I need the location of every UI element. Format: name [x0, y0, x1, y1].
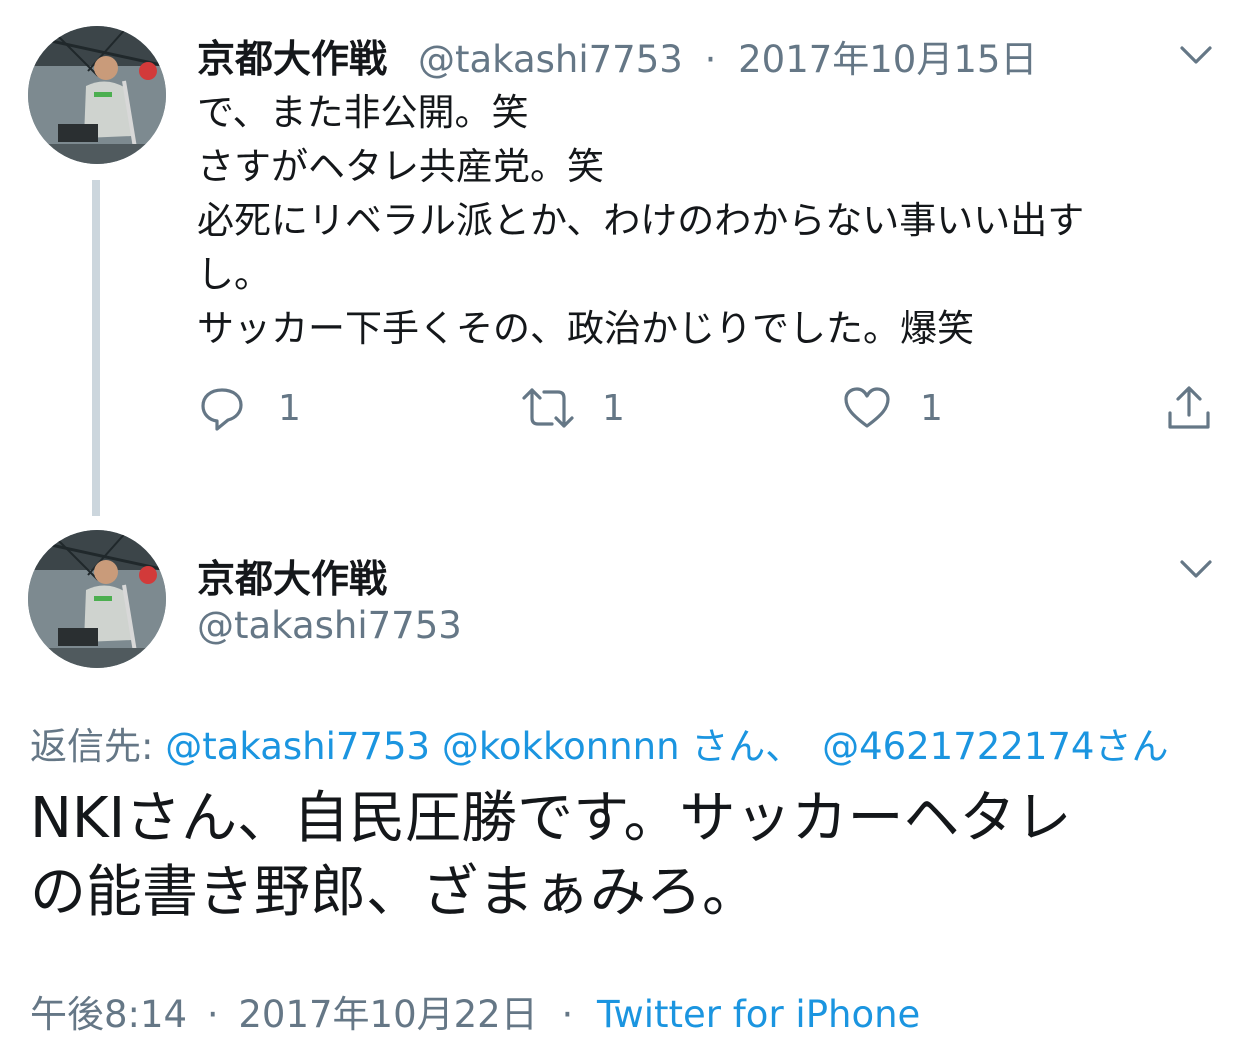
- tweet-meta: 午後8:14 · 2017年10月22日 · Twitter for iPhon…: [30, 984, 920, 1038]
- avatar[interactable]: [28, 26, 166, 164]
- reply-to-label: 返信先:: [30, 725, 166, 768]
- thread-line: [92, 180, 100, 516]
- tweet-text-line: し。: [197, 253, 271, 296]
- mention-link[interactable]: @kokkonnnn: [442, 725, 680, 768]
- tweet-text-line: の能書き野郎、ざまぁみろ。: [30, 860, 758, 925]
- tweet-text-line: NKIさん、自民圧勝です。サッカーヘタレ: [30, 786, 1072, 851]
- tweet-text-line: 必死にリベラル派とか、わけのわからない事いい出す: [197, 199, 1085, 242]
- like-button[interactable]: 1: [842, 382, 943, 434]
- reply-count: 1: [278, 387, 301, 429]
- mention-suffix: さん、: [679, 725, 803, 768]
- chevron-down-icon[interactable]: [1176, 554, 1216, 584]
- username[interactable]: @takashi7753: [197, 604, 462, 647]
- display-name[interactable]: 京都大作戦: [197, 548, 387, 603]
- chevron-down-icon[interactable]: [1176, 40, 1216, 70]
- tweet-text: で、また非公開。笑 さすがヘタレ共産党。笑 必死にリベラル派とか、わけのわからな…: [197, 86, 1217, 356]
- tweet-text-line: さすがヘタレ共産党。笑: [197, 145, 604, 188]
- display-name[interactable]: 京都大作戦: [197, 28, 387, 83]
- like-count: 1: [920, 387, 943, 429]
- avatar[interactable]: [28, 530, 166, 668]
- source-link[interactable]: Twitter for iPhone: [597, 993, 920, 1036]
- reply-to-line: 返信先: @takashi7753 @kokkonnnn さん、 @462172…: [30, 716, 1168, 770]
- tweet-text-line: で、また非公開。笑: [197, 91, 529, 134]
- like-icon: [844, 387, 890, 428]
- retweet-button[interactable]: 1: [520, 382, 625, 434]
- separator-dot: ·: [206, 993, 219, 1036]
- mention-link[interactable]: @takashi7753: [165, 725, 430, 768]
- username[interactable]: @takashi7753: [418, 38, 683, 81]
- separator-dot: ·: [704, 38, 717, 81]
- reply-icon: [201, 388, 243, 431]
- tweet-time[interactable]: 午後8:14: [30, 993, 187, 1036]
- tweet-date[interactable]: 2017年10月15日: [738, 38, 1037, 81]
- share-icon: [1168, 386, 1210, 429]
- retweet-count: 1: [602, 387, 625, 429]
- reply-button[interactable]: 1: [198, 382, 301, 434]
- mention-link[interactable]: @4621722174: [822, 725, 1094, 768]
- tweet-text-line: サッカー下手くその、政治かじりでした。爆笑: [197, 307, 974, 350]
- separator-dot: ·: [561, 993, 574, 1036]
- mention-suffix: さん: [1094, 725, 1169, 768]
- tweet-date[interactable]: 2017年10月22日: [238, 993, 537, 1036]
- share-button[interactable]: [1164, 382, 1214, 434]
- retweet-icon: [522, 388, 574, 428]
- tweet-header-meta: @takashi7753 · 2017年10月15日: [418, 29, 1037, 83]
- tweet-text: NKIさん、自民圧勝です。サッカーヘタレ の能書き野郎、ざまぁみろ。: [30, 782, 1220, 930]
